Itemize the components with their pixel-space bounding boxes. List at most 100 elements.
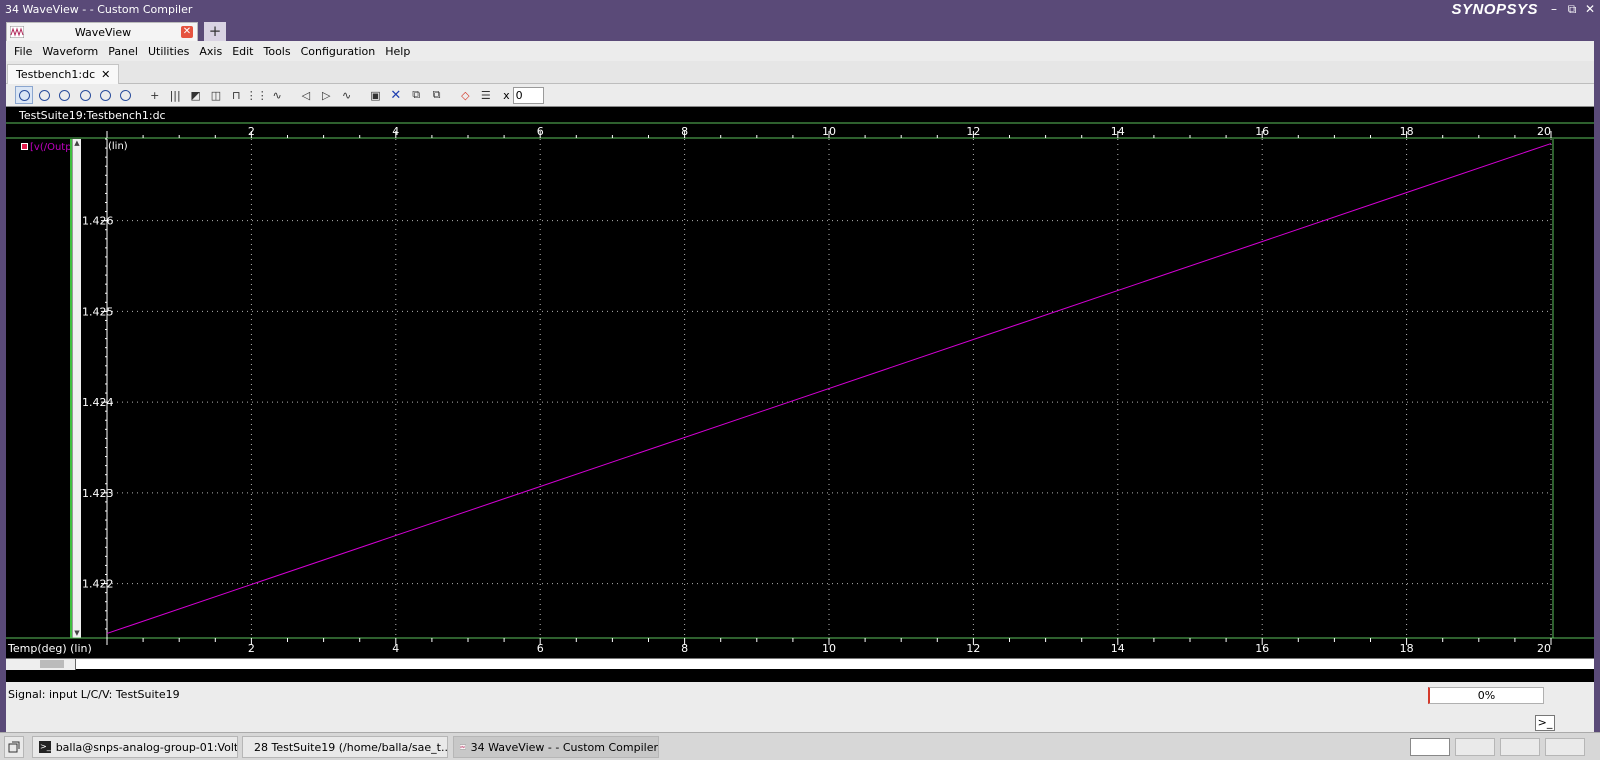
desktop-icon [8,741,20,753]
status-bar: Signal: input L/C/V: TestSuite19 0% >_ [6,682,1594,731]
copy-icon[interactable]: ⧉ [407,86,425,104]
bottom-axis-tick-label: 20 [1537,642,1551,655]
menu-edit[interactable]: Edit [227,45,258,58]
delete-icon[interactable]: ✕ [387,86,405,104]
menu-help[interactable]: Help [380,45,415,58]
file-tab-close-icon[interactable]: ✕ [101,68,110,81]
tab-close-icon[interactable]: ✕ [181,26,193,38]
toolbar: + ||| ◩ ◫ ⊓ ⋮⋮ ∿ ◁ ▷ ∿ ▣ ✕ ⧉ ⧉ ◇ ☰ x [6,84,1594,106]
toolbar-separator [358,86,364,104]
waveform-panel: TestSuite19:Testbench1:dc [v(/Outp ▲ ▼ 2… [6,106,1594,682]
menu-waveform[interactable]: Waveform [37,45,103,58]
bottom-axis-tick-label: 16 [1255,642,1269,655]
horizontal-scrollbar[interactable] [6,658,1594,670]
restore-button[interactable]: ⧉ [1566,2,1578,17]
crosshair-icon[interactable]: + [146,86,164,104]
file-tab-label: Testbench1:dc [16,68,96,81]
tab-waveview[interactable]: WaveView ✕ [6,22,198,41]
x-value-input[interactable] [512,86,544,104]
bottom-axis-tick-label: 10 [822,642,836,655]
y-axis-tick-label: 1.424 [82,396,114,409]
zoom-in-icon[interactable] [35,86,53,104]
bottom-axis-tick-label: 4 [392,642,399,655]
zoom-x-icon[interactable] [76,86,94,104]
window-title: 34 WaveView - - Custom Compiler [5,3,193,16]
tab-waveview-label: WaveView [74,26,132,39]
close-window-button[interactable]: ✕ [1584,2,1596,17]
x-value-label: x [503,88,510,102]
taskbar-item-terminal[interactable]: >_ balla@snps-analog-group-01:Voltag... [32,736,238,758]
file-tab-bar: Testbench1:dc ✕ [6,61,1594,84]
top-axis-tick-label: 10 [822,125,836,138]
zoom-out-icon[interactable] [56,86,74,104]
add-tab-button[interactable]: + [204,22,226,41]
eraser-icon[interactable]: ◇ [456,86,474,104]
taskbar: >_ balla@snps-analog-group-01:Voltag... … [0,732,1600,760]
waveview-icon [460,744,466,750]
next-icon[interactable]: ▷ [317,86,335,104]
y-axis-tick-label: 1.423 [82,487,114,500]
workspace-2[interactable] [1455,738,1495,756]
top-axis-tick-label: 16 [1255,125,1269,138]
workspace-1[interactable] [1410,738,1450,756]
console-button[interactable]: >_ [1535,715,1555,731]
menu-file[interactable]: File [9,45,37,58]
top-axis-tick-label: 2 [248,125,255,138]
x-axis-title: Temp(deg) (lin) [7,642,92,655]
wave-marker-icon[interactable]: ∿ [338,86,356,104]
top-axis-tick-label: 6 [537,125,544,138]
taskbar-item-testsuite19[interactable]: 28 TestSuite19 (/home/balla/sae_t... [242,736,448,758]
y-axis-tick-label: 1.426 [82,215,114,228]
workspace-4[interactable] [1545,738,1585,756]
menu-tools[interactable]: Tools [259,45,296,58]
top-axis-tick-label: 12 [966,125,980,138]
y-axis-tick-label: 1.422 [82,578,114,591]
bottom-axis-tick-label: 2 [248,642,255,655]
tab-testbench1-dc[interactable]: Testbench1:dc ✕ [7,64,120,84]
paste-icon[interactable]: ⧉ [428,86,446,104]
show-desktop-button[interactable] [4,736,24,758]
workspace-3[interactable] [1500,738,1540,756]
bottom-axis-tick-label: 8 [681,642,688,655]
top-axis-tick-label: 18 [1400,125,1414,138]
taskbar-item-label: 28 TestSuite19 (/home/balla/sae_t... [254,740,448,754]
grid-icon[interactable]: ⋮⋮ [246,86,268,104]
frame-icon[interactable]: ▣ [366,86,384,104]
bottom-axis-tick-label: 18 [1400,642,1414,655]
waveform-plot[interactable]: 2 2 4 4 6 6 8 8 10 10 12 12 14 14 16 16 18 18 20 20 1.422 1.4… [6,107,1594,658]
wave-icon[interactable]: ∿ [268,86,286,104]
zoom-area-icon[interactable] [117,86,135,104]
status-message: Signal: input L/C/V: TestSuite19 [8,688,180,701]
application-window: WaveView ✕ + File Waveform Panel Utiliti… [6,21,1594,732]
taskbar-item-waveview[interactable]: 34 WaveView - - Custom Compiler [453,736,659,758]
bottom-axis-tick-label: 12 [966,642,980,655]
pulse-icon[interactable]: ⊓ [227,86,245,104]
y-axis-tick-label: 1.425 [82,305,114,318]
taskbar-item-label: 34 WaveView - - Custom Compiler [470,740,658,754]
zoom-fit-icon[interactable] [15,86,33,104]
columns-icon[interactable]: ||| [166,86,184,104]
bottom-axis-tick-label: 6 [537,642,544,655]
synopsys-logo: SYNOPSYS [1451,1,1538,18]
window-titlebar: 34 WaveView - - Custom Compiler SYNOPSYS… [0,0,1600,21]
bottom-axis-tick-label: 14 [1111,642,1125,655]
minimize-button[interactable]: – [1548,2,1560,17]
scroll-thumb[interactable] [40,660,64,668]
top-axis-tick-label: 4 [392,125,399,138]
menu-configuration[interactable]: Configuration [296,45,381,58]
terminal-icon: >_ [39,741,51,753]
menu-axis[interactable]: Axis [194,45,227,58]
marker-icon[interactable]: ◫ [207,86,225,104]
settings-list-icon[interactable]: ☰ [477,86,495,104]
toolbar-separator [288,86,294,104]
menu-panel[interactable]: Panel [103,45,143,58]
toolbar-separator [448,86,454,104]
taskbar-item-label: balla@snps-analog-group-01:Voltag... [55,740,238,754]
zoom-y-icon[interactable] [97,86,115,104]
top-axis-tick-label: 8 [681,125,688,138]
toolbar-separator [137,86,143,104]
chart-edit-icon[interactable]: ◩ [187,86,205,104]
menu-utilities[interactable]: Utilities [143,45,194,58]
top-axis-tick-label: 20 [1537,125,1551,138]
prev-icon[interactable]: ◁ [297,86,315,104]
